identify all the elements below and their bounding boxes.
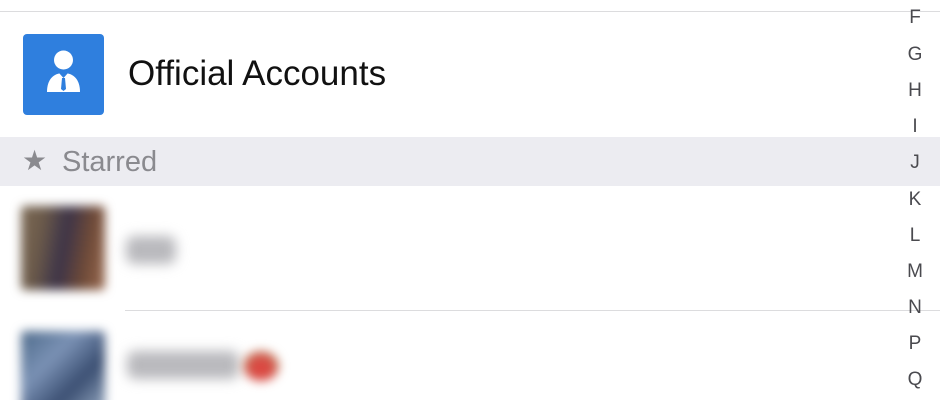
alphabet-index-bar[interactable]: F G H I J K L M N P Q: [900, 0, 930, 400]
blurred-contact-name: [127, 351, 239, 379]
starred-section-header: ★ Starred: [0, 137, 940, 186]
official-account-icon: [23, 34, 104, 115]
index-letter-i[interactable]: I: [900, 116, 930, 138]
index-letter-h[interactable]: H: [900, 80, 930, 102]
starred-contact-row[interactable]: [0, 311, 900, 400]
official-accounts-row[interactable]: Official Accounts: [0, 12, 900, 136]
starred-contact-row[interactable]: [0, 186, 900, 310]
star-icon: ★: [22, 145, 48, 176]
index-letter-n[interactable]: N: [900, 297, 930, 319]
blurred-emoji: [243, 351, 279, 381]
index-letter-j[interactable]: J: [900, 152, 930, 174]
index-letter-l[interactable]: L: [900, 225, 930, 247]
index-letter-p[interactable]: P: [900, 333, 930, 355]
index-letter-q[interactable]: Q: [900, 369, 930, 391]
avatar: [21, 206, 105, 290]
index-letter-m[interactable]: M: [900, 261, 930, 283]
avatar: [21, 331, 105, 400]
index-letter-g[interactable]: G: [900, 44, 930, 66]
blurred-contact-name: [126, 236, 176, 264]
contacts-screen: Official Accounts ★ Starred F G H I J K …: [0, 0, 940, 400]
starred-section-label: Starred: [62, 146, 158, 178]
index-letter-k[interactable]: K: [900, 189, 930, 211]
index-letter-f[interactable]: F: [900, 7, 930, 29]
official-accounts-label: Official Accounts: [128, 54, 387, 93]
